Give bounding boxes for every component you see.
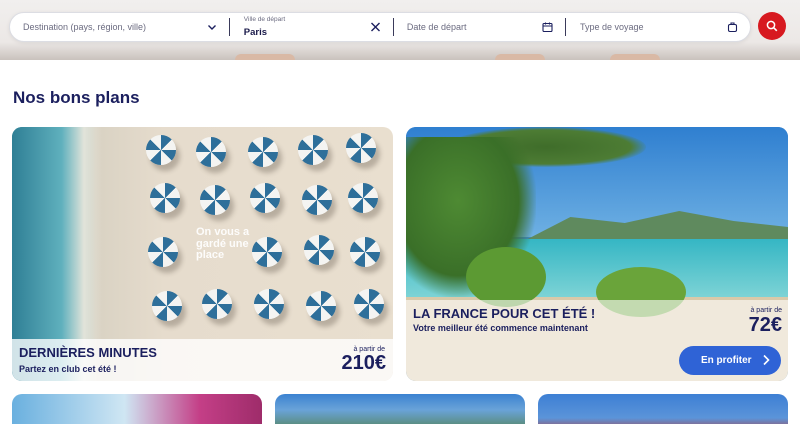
hero-image-detail bbox=[610, 54, 660, 60]
search-bar: Destination (pays, région, ville) Ville … bbox=[9, 12, 751, 42]
departure-date-placeholder: Date de départ bbox=[406, 22, 467, 32]
umbrella-image bbox=[298, 135, 328, 165]
umbrella-image bbox=[306, 291, 336, 321]
deal-price: 210€ bbox=[341, 352, 387, 374]
umbrella-image bbox=[150, 183, 180, 213]
deal-title: LA FRANCE POUR CET ÉTÉ ! bbox=[413, 306, 596, 321]
umbrella-image bbox=[346, 133, 376, 163]
search-icon bbox=[766, 20, 778, 32]
destination-field[interactable]: Destination (pays, région, ville) bbox=[10, 13, 229, 41]
umbrella-image bbox=[254, 289, 284, 319]
departure-city-value: Paris bbox=[243, 27, 268, 38]
bush-image bbox=[466, 247, 546, 307]
umbrella-image bbox=[200, 185, 230, 215]
departure-city-field[interactable]: Ville de départ Paris bbox=[230, 13, 393, 41]
umbrella-image bbox=[202, 289, 232, 319]
en-profiter-button[interactable]: En profiter bbox=[679, 346, 781, 375]
deal-subtitle: Partez en club cet été ! bbox=[19, 364, 117, 374]
deal-subtitle: Votre meilleur été commence maintenant bbox=[413, 323, 588, 333]
umbrella-image bbox=[250, 183, 280, 213]
departure-date-field[interactable]: Date de départ bbox=[394, 13, 565, 41]
trip-type-placeholder: Type de voyage bbox=[580, 22, 644, 32]
deal-card[interactable] bbox=[275, 394, 525, 424]
calendar-icon bbox=[542, 22, 553, 33]
umbrella-image bbox=[350, 237, 380, 267]
umbrella-image bbox=[304, 235, 334, 265]
umbrella-image bbox=[148, 237, 178, 267]
deal-title: DERNIÈRES MINUTES bbox=[19, 345, 157, 360]
chevron-right-icon bbox=[762, 354, 770, 369]
deal-card[interactable] bbox=[12, 394, 262, 424]
price-from-label: à partir de bbox=[750, 307, 782, 314]
departure-city-label: Ville de départ bbox=[243, 16, 286, 23]
umbrella-image bbox=[302, 185, 332, 215]
close-icon[interactable] bbox=[370, 22, 381, 33]
hero-image-detail bbox=[495, 54, 545, 60]
umbrella-image bbox=[196, 137, 226, 167]
umbrella-image bbox=[146, 135, 176, 165]
deal-card[interactable] bbox=[538, 394, 788, 424]
suitcase-icon bbox=[727, 22, 738, 33]
promo-overlay-text: On vous a gardé une place bbox=[196, 226, 250, 261]
trip-type-field[interactable]: Type de voyage bbox=[566, 13, 750, 41]
destination-placeholder: Destination (pays, région, ville) bbox=[23, 22, 147, 32]
umbrella-image bbox=[348, 183, 378, 213]
section-title: Nos bons plans bbox=[13, 88, 140, 107]
umbrella-image bbox=[152, 291, 182, 321]
deal-card-france[interactable]: LA FRANCE POUR CET ÉTÉ ! Votre meilleur … bbox=[406, 127, 788, 381]
deal-price: 72€ bbox=[748, 314, 782, 336]
chevron-down-icon[interactable] bbox=[207, 22, 217, 32]
hero-image-detail bbox=[235, 54, 295, 60]
search-button[interactable] bbox=[758, 12, 786, 40]
umbrella-image bbox=[354, 289, 384, 319]
deal-card-last-minute[interactable]: On vous a gardé une place DERNIÈRES MINU… bbox=[12, 127, 393, 381]
umbrella-image bbox=[248, 137, 278, 167]
cta-label: En profiter bbox=[701, 355, 752, 366]
